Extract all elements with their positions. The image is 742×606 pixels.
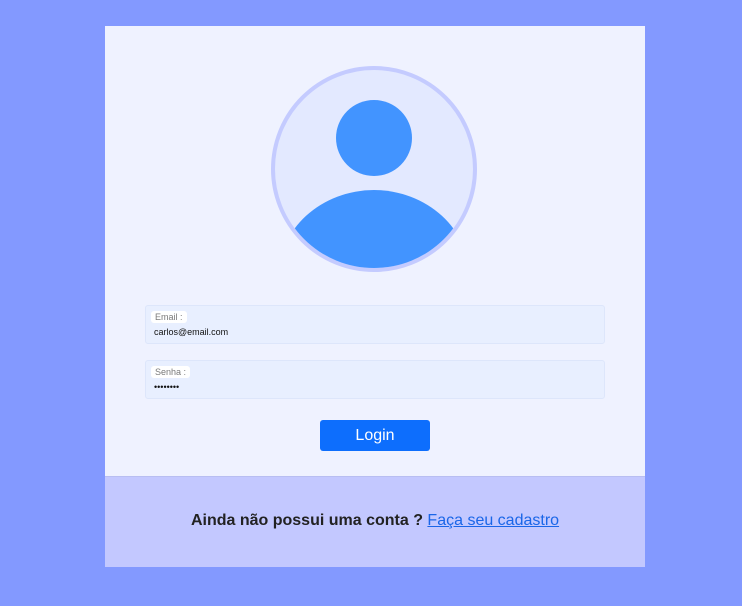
email-field[interactable]: Email :: [145, 305, 605, 344]
password-input[interactable]: [154, 380, 594, 394]
login-card: Email : Senha : Login Ainda não possui u…: [105, 26, 645, 567]
login-button[interactable]: Login: [320, 420, 430, 451]
password-label: Senha :: [151, 366, 191, 378]
password-field[interactable]: Senha :: [145, 360, 605, 399]
email-label: Email :: [151, 311, 187, 323]
signup-footer: Ainda não possui uma conta ? Faça seu ca…: [105, 476, 645, 567]
signup-question: Ainda não possui uma conta ?: [190, 512, 423, 529]
user-avatar-icon: [271, 66, 477, 272]
email-input[interactable]: [154, 325, 594, 339]
signup-link[interactable]: Faça seu cadastro: [427, 512, 559, 529]
